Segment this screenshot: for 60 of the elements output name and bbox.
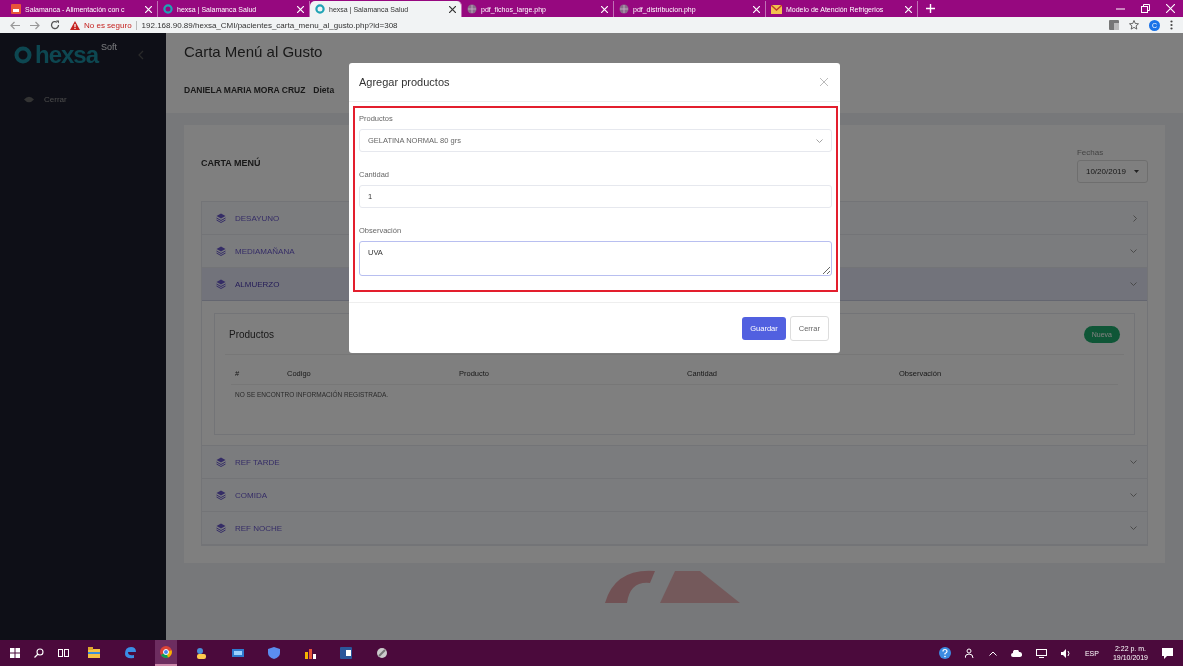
layers-icon [216,457,226,467]
security-warning[interactable]: No es seguro [84,20,132,30]
close-icon[interactable] [449,5,456,13]
chevron-down-icon [1130,282,1137,286]
globe-icon [467,4,477,14]
page-title: Carta Menú al Gusto [184,43,324,62]
task-view-icon[interactable] [58,648,69,658]
chart-icon[interactable] [304,647,316,659]
star-icon[interactable] [1129,20,1139,30]
tool-icon[interactable] [376,647,388,659]
person-icon[interactable] [964,648,975,658]
diet-label: Dieta [313,85,335,95]
card-title: CARTA MENÚ [201,158,261,168]
new-tab-icon[interactable] [926,4,935,13]
chevron-down-icon [1130,526,1137,530]
chevron-right-icon [1133,214,1137,222]
warning-icon [70,20,80,30]
edge-icon[interactable] [124,647,136,659]
mail-icon [771,4,782,14]
logo-icon [14,46,32,64]
layers-icon [216,246,226,256]
caret-icon [1134,169,1139,173]
patient-name: DANIELA MARIA MORA CRUZ [184,85,306,95]
ring-icon [163,4,173,14]
caret-up-icon[interactable] [988,650,997,656]
search-icon[interactable] [34,648,44,658]
chevron-down-icon [1130,493,1137,497]
notification-icon[interactable] [1162,647,1173,659]
reload-icon[interactable] [50,20,60,30]
layers-icon [216,523,226,533]
restore-icon[interactable] [1141,4,1150,13]
chevron-down-icon [1130,460,1137,464]
explorer-icon[interactable] [88,647,100,659]
word-icon[interactable] [340,647,352,659]
date-select[interactable]: 10/20/2019 [1076,159,1148,183]
forward-icon[interactable] [30,20,40,30]
people-icon[interactable] [196,647,208,659]
cloud-icon[interactable] [1010,649,1022,657]
layers-icon [216,279,226,289]
globe-icon [619,4,629,14]
shield-icon[interactable] [268,647,280,659]
logo-text: hexsa [35,41,99,69]
windows-icon[interactable] [10,648,20,658]
back-icon[interactable] [10,20,20,30]
modal-title: Agregar productos [359,76,450,88]
menu-icon[interactable] [1170,20,1173,30]
eye-icon [24,96,34,103]
chrome-icon[interactable] [160,646,172,658]
help-icon[interactable] [938,647,951,659]
layers-icon [216,490,226,500]
layers-icon [216,213,226,223]
chevron-down-icon [1130,249,1137,253]
url-text[interactable]: 192.168.90.89/hexsa_CMI/pacientes_carta_menu_al_gusto.php?id=308 [135,20,398,30]
ring-icon [315,4,325,14]
chevron-down-icon [816,138,823,143]
logo-suffix: Soft [101,42,118,52]
mail-icon[interactable] [232,647,244,659]
app-icon [11,4,21,14]
panel-title: Productos [229,328,275,340]
volume-icon[interactable] [1060,648,1071,658]
